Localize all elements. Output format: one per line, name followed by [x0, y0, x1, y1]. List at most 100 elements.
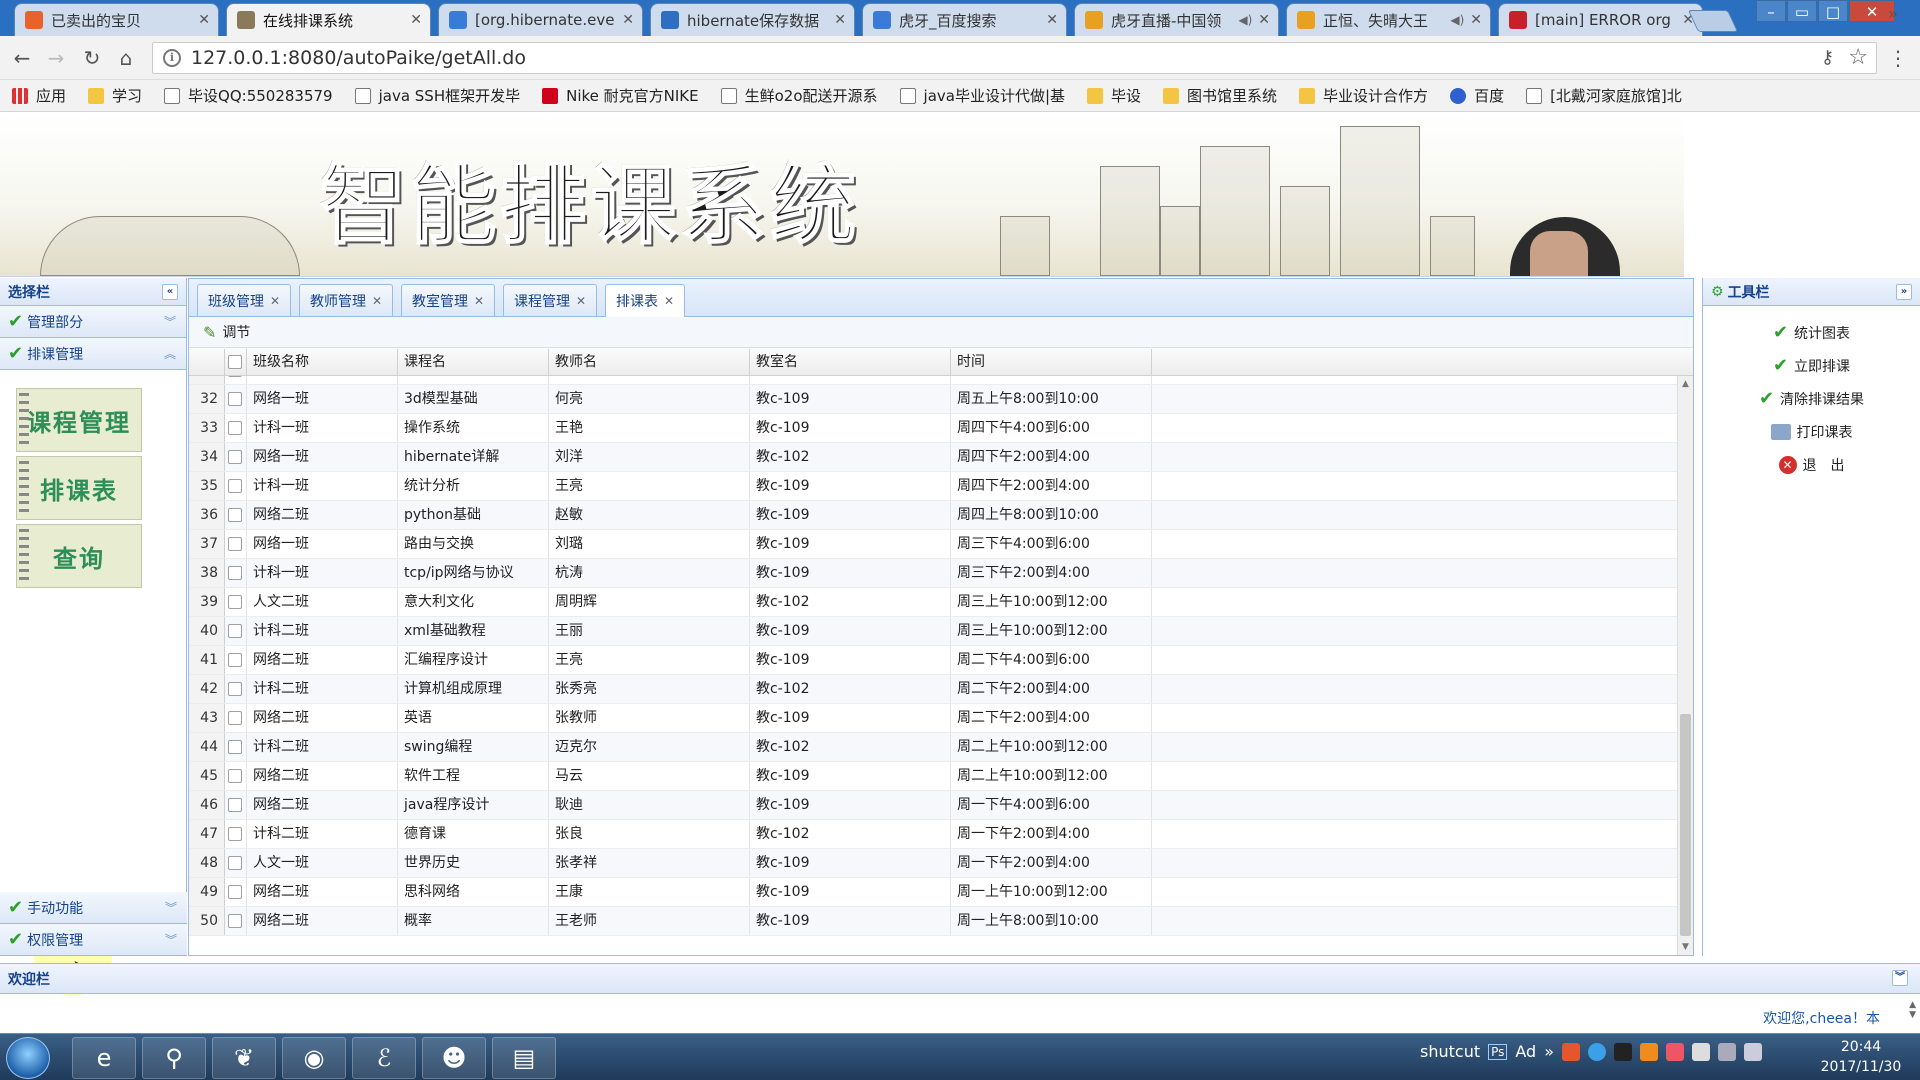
tool-clear-schedule[interactable]: ✔ 清除排课结果 — [1703, 382, 1920, 415]
volume-icon[interactable] — [1744, 1042, 1763, 1061]
tool-print-schedule[interactable]: 打印课表 — [1703, 415, 1920, 448]
row-checkbox[interactable] — [228, 769, 242, 783]
tab-close-icon[interactable]: ✕ — [622, 12, 634, 28]
minimize-button[interactable]: – — [1756, 0, 1786, 22]
scroll-down-icon[interactable]: ▼ — [1678, 939, 1693, 955]
page-tab[interactable]: 教室管理 ✕ — [401, 284, 496, 316]
info-icon[interactable]: i — [163, 49, 181, 67]
chrome-icon[interactable]: ◉ — [282, 1037, 346, 1079]
bookmark-item[interactable]: 图书馆里系统 — [1163, 85, 1277, 106]
tab-close-icon[interactable]: ✕ — [664, 294, 674, 308]
collapse-right-icon[interactable]: » — [1896, 284, 1912, 300]
qq-icon[interactable]: ☻ — [422, 1037, 486, 1079]
browser-tab[interactable]: 在线排课系统 ✕ — [226, 3, 431, 36]
menu-schedule-table[interactable]: 排课表 — [16, 456, 142, 520]
photoshop-icon[interactable]: Ps — [1488, 1043, 1508, 1060]
eclipse-icon[interactable]: ℰ — [352, 1037, 416, 1079]
vertical-scrollbar[interactable]: ▲ ▼ — [1677, 376, 1693, 955]
browser-tab[interactable]: [org.hibernate.eve ✕ — [438, 3, 643, 36]
table-row[interactable]: 46 网络二班 java程序设计 耿迪 教c-109 周一下午4:00到6:00 — [189, 791, 1677, 820]
maximize-button[interactable]: □ — [1818, 0, 1848, 22]
browser-tab[interactable]: 虎牙_百度搜索 ✕ — [862, 3, 1067, 36]
forward-icon[interactable]: → — [42, 44, 70, 72]
reload-icon[interactable]: ↻ — [78, 44, 106, 72]
table-row[interactable]: 36 网络二班 python基础 赵敏 教c-109 周四上午8:00到10:00 — [189, 501, 1677, 530]
chevron-down-icon[interactable]: ︾ — [164, 313, 176, 330]
menu-icon[interactable]: ⋮ — [1888, 46, 1908, 70]
table-row[interactable]: 42 计科二班 计算机组成原理 张秀亮 教c-102 周二下午2:00到4:00 — [189, 675, 1677, 704]
speaker-icon[interactable]: ◀) — [1450, 13, 1464, 27]
speaker-icon[interactable]: ◀) — [1238, 13, 1252, 27]
row-checkbox[interactable] — [228, 798, 242, 812]
star-icon[interactable]: ☆ — [1848, 45, 1868, 70]
chevron-down-icon[interactable]: ︾ — [165, 931, 177, 948]
select-all-checkbox[interactable] — [228, 355, 242, 369]
menu-course-management[interactable]: 课程管理 — [16, 388, 142, 452]
table-row[interactable]: 41 网络二班 汇编程序设计 王亮 教c-109 周二下午4:00到6:00 — [189, 646, 1677, 675]
column-header[interactable]: 教室名 — [750, 349, 951, 375]
tab-close-icon[interactable]: ✕ — [410, 12, 422, 28]
folder-icon[interactable]: ▤ — [492, 1037, 556, 1079]
ie-icon[interactable]: e — [72, 1037, 136, 1079]
tray-app-icon[interactable] — [1588, 1042, 1607, 1061]
back-icon[interactable]: ← — [8, 44, 36, 72]
page-tab[interactable]: 课程管理 ✕ — [503, 284, 598, 316]
page-tab[interactable]: 排课表 ✕ — [605, 284, 686, 317]
restore-button[interactable]: ▭ — [1787, 0, 1817, 22]
tab-close-icon[interactable]: ✕ — [474, 294, 484, 308]
bookmark-item[interactable]: 百度 — [1450, 85, 1504, 106]
address-bar[interactable]: i 127.0.0.1:8080/autoPaike/getAll.do ⚷ ☆ — [152, 42, 1877, 74]
row-checkbox[interactable] — [228, 537, 242, 551]
clock[interactable]: 20:44 2017/11/30 — [1816, 1037, 1906, 1077]
table-row[interactable]: 37 网络一班 路由与交换 刘璐 教c-109 周三下午4:00到6:00 — [189, 530, 1677, 559]
column-header[interactable]: 时间 — [951, 349, 1152, 375]
scrollbar-thumb[interactable] — [1680, 714, 1691, 936]
row-checkbox[interactable] — [228, 508, 242, 522]
tab-close-icon[interactable]: ✕ — [270, 294, 280, 308]
tab-close-icon[interactable]: ✕ — [1470, 12, 1482, 28]
row-checkbox[interactable] — [228, 450, 242, 464]
bookmarks-more-icon[interactable]: » — [1888, 4, 1898, 23]
network-icon[interactable] — [1718, 1042, 1737, 1061]
table-row[interactable]: 44 计科二班 swing编程 迈克尔 教c-102 周二上午10:00到12:00 — [189, 733, 1677, 762]
bookmark-item[interactable]: 毕设QQ:550283579 — [164, 85, 333, 106]
bookmark-item[interactable]: 毕设 — [1087, 85, 1141, 106]
key-icon[interactable]: ⚷ — [1821, 47, 1834, 68]
accordion-scheduling[interactable]: ✔ 排课管理 ︽ — [0, 338, 186, 370]
row-checkbox[interactable] — [228, 914, 242, 928]
table-row[interactable]: 31 计科一班体育张建立教c-102周五上午8:00到10:00 — [189, 376, 1677, 385]
start-button[interactable] — [6, 1037, 50, 1079]
table-row[interactable]: 33 计科一班 操作系统 王艳 教c-109 周四下午4:00到6:00 — [189, 414, 1677, 443]
bookmark-item[interactable]: [北戴河家庭旅馆]北 — [1526, 85, 1682, 106]
bookmark-item[interactable]: 生鲜o2o配送开源系 — [720, 85, 878, 106]
row-checkbox[interactable] — [228, 566, 242, 580]
bookmark-item[interactable]: java SSH框架开发毕 — [354, 85, 520, 106]
sogou-icon[interactable] — [1562, 1042, 1581, 1061]
collapse-welcome-icon[interactable]: ︾ — [1892, 970, 1908, 986]
tray-device-icon[interactable] — [1692, 1042, 1711, 1061]
browser-tab[interactable]: 已卖出的宝贝 ✕ — [14, 3, 219, 36]
green-app-icon[interactable]: ❦ — [212, 1037, 276, 1079]
row-checkbox[interactable] — [228, 376, 242, 377]
tray-expand-icon[interactable]: » — [1544, 1042, 1554, 1061]
row-checkbox[interactable] — [228, 740, 242, 754]
scroll-up-icon[interactable]: ▲ — [1678, 376, 1693, 392]
page-tab[interactable]: 班级管理 ✕ — [197, 284, 292, 316]
pencil-icon[interactable]: ✎ — [203, 323, 216, 342]
tool-exit[interactable]: ✕ 退 出 — [1703, 448, 1920, 481]
row-checkbox[interactable] — [228, 653, 242, 667]
accordion-management[interactable]: ✔ 管理部分 ︾ — [0, 306, 186, 338]
chevron-up-icon[interactable]: ︽ — [164, 345, 176, 362]
collapse-left-icon[interactable]: « — [162, 284, 178, 300]
bookmark-item[interactable]: 学习 — [88, 85, 142, 106]
table-row[interactable]: 40 计科二班 xml基础教程 王丽 教c-109 周三上午10:00到12:00 — [189, 617, 1677, 646]
row-checkbox[interactable] — [228, 711, 242, 725]
table-row[interactable]: 32 网络一班 3d模型基础 何亮 教c-109 周五上午8:00到10:00 — [189, 385, 1677, 414]
bookmark-item[interactable]: Nike 耐克官方NIKE — [542, 85, 699, 106]
tool-statistics-chart[interactable]: ✔ 统计图表 — [1703, 316, 1920, 349]
table-row[interactable]: 39 人文二班 意大利文化 周明辉 教c-102 周三上午10:00到12:00 — [189, 588, 1677, 617]
column-header[interactable]: 课程名 — [398, 349, 549, 375]
browser-tab[interactable]: [main] ERROR org ✕ — [1498, 3, 1703, 36]
page-tab[interactable]: 教师管理 ✕ — [299, 284, 394, 316]
bookmark-item[interactable]: 毕业设计合作方 — [1299, 85, 1428, 106]
